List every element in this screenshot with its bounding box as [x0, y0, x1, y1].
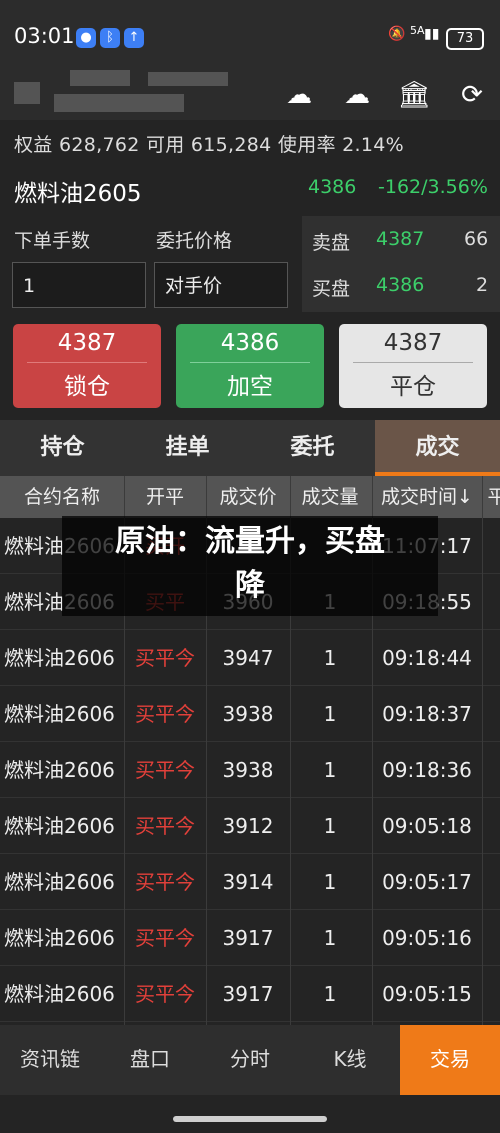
cell-open-close: 买平今 [135, 926, 195, 950]
cell-volume: 1 [323, 814, 337, 838]
blurred-account-name [14, 82, 40, 104]
cell-volume: 1 [323, 982, 337, 1006]
bid-label: 买盘 [312, 278, 351, 300]
caption-line-2: 降 [235, 568, 265, 603]
cell-price: 3917 [222, 982, 274, 1006]
blurred-account-name [70, 70, 130, 86]
price-change: -162/3.56% [378, 176, 488, 198]
lock-price: 4387 [57, 330, 117, 356]
cell-time: 09:05:18 [382, 814, 472, 838]
message-icon: ● [76, 28, 96, 48]
short-price: 4386 [220, 330, 280, 356]
cell-contract: 燃料油2606 [4, 814, 115, 838]
ask-qty: 66 [464, 228, 489, 250]
cell-open-close: 买平今 [135, 646, 195, 670]
bid-qty: 2 [476, 274, 489, 296]
price-input[interactable]: 对手价 [154, 262, 288, 308]
bluetooth-icon: ᛒ [100, 28, 120, 48]
refresh-icon[interactable]: ⟳ [455, 78, 489, 112]
cell-time: 09:18:37 [382, 702, 472, 726]
cell-price: 3912 [222, 814, 274, 838]
cell-open-close: 买平今 [135, 870, 195, 894]
cell-time: 09:05:17 [382, 870, 472, 894]
blurred-account-name [54, 94, 184, 112]
short-label: 加空 [227, 374, 273, 400]
cell-open-close: 买平今 [135, 982, 195, 1006]
cell-price: 3917 [222, 926, 274, 950]
nav-orderbook[interactable]: 盘口 [100, 1025, 200, 1095]
cell-open-close: 买平今 [135, 814, 195, 838]
close-label: 平仓 [390, 374, 436, 400]
caption-text: 原油：流量升，买盘 降 [62, 520, 438, 608]
nav-timeshare[interactable]: 分时 [200, 1025, 300, 1095]
mute-icon: 🔕 [388, 26, 406, 42]
cell-contract: 燃料油2606 [4, 982, 115, 1006]
cell-price: 3938 [222, 702, 274, 726]
cell-price: 3914 [222, 870, 274, 894]
cell-time: 09:05:15 [382, 982, 472, 1006]
tab-trades[interactable]: 成交 [375, 420, 500, 476]
signal-label: 5A [410, 24, 425, 37]
cell-open-close: 买平今 [135, 702, 195, 726]
col-extra[interactable]: 平 [482, 476, 500, 518]
home-indicator[interactable] [173, 1116, 327, 1122]
nav-trade[interactable]: 交易 [400, 1025, 500, 1095]
qty-input[interactable]: 1 [12, 262, 146, 308]
divider [190, 362, 310, 363]
nav-news[interactable]: 资讯链 [0, 1025, 100, 1095]
col-contract[interactable]: 合约名称 [0, 476, 124, 518]
cell-price: 3947 [222, 646, 274, 670]
cell-volume: 1 [323, 926, 337, 950]
ask-price[interactable]: 4387 [376, 228, 424, 250]
lock-label: 锁仓 [64, 374, 110, 400]
cell-contract: 燃料油2606 [4, 870, 115, 894]
cell-time: 09:05:16 [382, 926, 472, 950]
col-open-close[interactable]: 开平 [124, 476, 206, 518]
price-label: 委托价格 [156, 230, 233, 252]
ask-label: 卖盘 [312, 232, 351, 254]
cell-contract: 燃料油2606 [4, 758, 115, 782]
cell-contract: 燃料油2606 [4, 926, 115, 950]
contract-name[interactable]: 燃料油2605 [14, 174, 142, 208]
tab-pending[interactable]: 挂单 [125, 420, 250, 476]
cell-time: 09:18:36 [382, 758, 472, 782]
cell-price: 3938 [222, 758, 274, 782]
cell-volume: 1 [323, 702, 337, 726]
upload-icon: ↑ [124, 28, 144, 48]
cell-volume: 1 [323, 646, 337, 670]
col-volume[interactable]: 成交量 [290, 476, 370, 518]
close-price: 4387 [383, 330, 443, 356]
add-short-button[interactable]: 4386 加空 [176, 324, 324, 408]
last-price: 4386 [308, 176, 357, 198]
column-divider [482, 476, 483, 1025]
cell-volume: 1 [323, 758, 337, 782]
close-position-button[interactable]: 4387 平仓 [339, 324, 487, 408]
col-time[interactable]: 成交时间↓ [372, 476, 482, 518]
qty-label: 下单手数 [14, 230, 91, 252]
caption-line-1: 原油：流量升，买盘 [115, 524, 385, 559]
cloud-sync-icon[interactable]: ☁ [282, 78, 316, 112]
blurred-account-name [148, 72, 228, 86]
cell-contract: 燃料油2606 [4, 646, 115, 670]
bank-icon[interactable]: 🏛 [397, 78, 431, 112]
nav-kline[interactable]: K线 [300, 1025, 400, 1095]
cell-open-close: 买平今 [135, 758, 195, 782]
tab-positions[interactable]: 持仓 [0, 420, 125, 476]
account-summary: 权益 628,762 可用 615,284 使用率 2.14% [14, 134, 404, 156]
cell-contract: 燃料油2606 [4, 702, 115, 726]
lock-position-button[interactable]: 4387 锁仓 [13, 324, 161, 408]
divider [27, 362, 147, 363]
bid-price[interactable]: 4386 [376, 274, 424, 296]
cell-time: 09:18:44 [382, 646, 472, 670]
col-price[interactable]: 成交价 [206, 476, 290, 518]
tab-orders[interactable]: 委托 [250, 420, 375, 476]
cloud-upload-icon[interactable]: ☁ [340, 78, 374, 112]
battery-indicator: 73 [446, 28, 484, 50]
cell-volume: 1 [323, 870, 337, 894]
signal-icon: ▮▮ [424, 26, 440, 42]
divider [353, 362, 473, 363]
clock: 03:01 [14, 24, 75, 48]
